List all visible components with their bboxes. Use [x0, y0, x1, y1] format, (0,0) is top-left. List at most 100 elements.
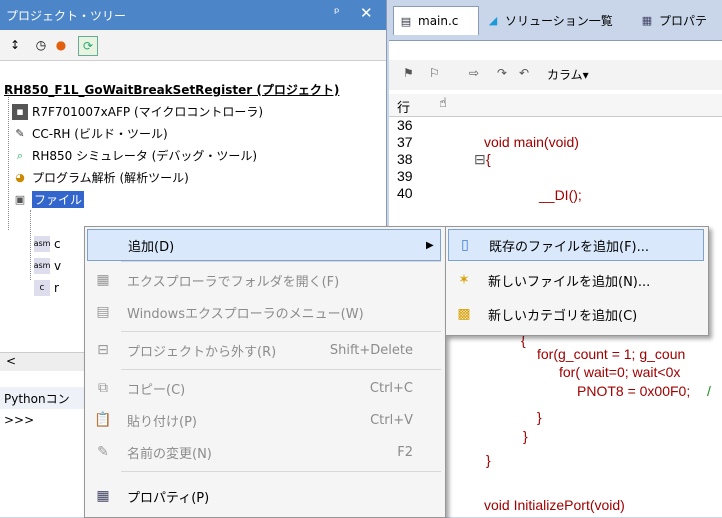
submenu-item-add-new-file[interactable]: ✶ 新しいファイルを追加(N)...	[448, 265, 704, 295]
tree-item-label: RH850 シミュレータ (デバッグ・ツール)	[32, 149, 258, 163]
tree-item-files[interactable]: ▣ ファイル	[12, 189, 85, 210]
explorer-icon: ▦	[96, 272, 110, 288]
menu-separator	[121, 331, 441, 332]
user-icon[interactable]: ●	[52, 36, 70, 54]
menu-item-paste[interactable]: 📋 貼り付け(P) Ctrl+V	[87, 405, 443, 435]
chip-icon: ▪	[12, 103, 28, 120]
tree-guide-line	[30, 210, 31, 280]
tree-item-analysis-tool[interactable]: ◕ プログラム解析 (解析ツール)	[12, 167, 189, 188]
submenu-arrow-icon: ▶	[426, 239, 434, 251]
code-fold-marker: ⊟	[474, 151, 486, 167]
sort-icon[interactable]: ↕	[6, 36, 24, 54]
menu-item-rename[interactable]: ✎ 名前の変更(N) F2	[87, 437, 443, 467]
menu-item-label: エクスプローラでフォルダを開く(F)	[127, 274, 340, 290]
menu-item-label: プロジェクトから外す(R)	[127, 344, 277, 360]
menu-item-label: 名前の変更(N)	[127, 446, 212, 462]
code-di-call: __DI();	[539, 187, 582, 203]
tab-main-c[interactable]: ▤ main.c	[393, 6, 479, 35]
menu-shortcut: F2	[397, 444, 413, 460]
bookmark-icon[interactable]: ⚑	[403, 66, 414, 80]
submenu-item-add-existing-file[interactable]: ▯ 既存のファイルを追加(F)...	[448, 229, 704, 261]
menu-separator	[121, 369, 441, 370]
add-submenu: ▯ 既存のファイルを追加(F)... ✶ 新しいファイルを追加(N)... ▩ …	[445, 226, 709, 336]
pin-icon[interactable]: ᵖ	[334, 6, 340, 21]
tree-file-label: r	[54, 280, 59, 295]
menu-item-label: コピー(C)	[127, 382, 186, 398]
tab-properties[interactable]: ▦ プロパテ	[635, 6, 722, 34]
submenu-item-add-new-category[interactable]: ▩ 新しいカテゴリを追加(C)	[448, 299, 704, 329]
tree-project-root[interactable]: RH850_F1L_GoWaitBreakSetRegister (プロジェクト…	[4, 79, 339, 100]
rename-icon: ✎	[97, 444, 109, 460]
arrow-right-icon[interactable]: ⇨	[469, 66, 479, 80]
refresh-icon[interactable]: ⟳	[78, 36, 98, 56]
code-for-inner: for( wait=0; wait<0x	[559, 364, 681, 380]
menu-item-add[interactable]: 追加(D) ▶	[87, 229, 441, 261]
close-icon[interactable]: ✕	[360, 4, 373, 22]
undo-icon[interactable]: ↶	[519, 66, 529, 80]
tree-guide-line	[8, 90, 9, 230]
tab-label: ソリューション一覧	[505, 13, 613, 28]
tab-solution-list[interactable]: ◢ ソリューション一覧	[481, 6, 631, 34]
editor-toolbar: ⚑ ⚐ ⇨ ↷ ↶ カラム▾	[389, 60, 722, 90]
analysis-icon: ◕	[15, 171, 25, 184]
new-category-icon: ▩	[457, 306, 471, 322]
properties-icon: ▦	[96, 488, 110, 504]
menu-item-open-folder[interactable]: ▦ エクスプローラでフォルダを開く(F)	[87, 265, 443, 295]
tree-file-child[interactable]: c r	[34, 277, 59, 298]
code-pnot: PNOT8 = 0x00F0;	[577, 383, 691, 399]
line-number: 38	[397, 151, 413, 167]
project-tree-title-bar: プロジェクト・ツリー ᵖ ✕	[0, 0, 386, 30]
python-prompt: >>>	[4, 413, 35, 427]
menu-item-properties[interactable]: ▦ プロパティ(P)	[87, 481, 443, 511]
code-brace: }	[486, 452, 491, 468]
tab-label: main.c	[418, 14, 459, 28]
submenu-item-label: 新しいカテゴリを追加(C)	[488, 308, 638, 324]
line-number: 40	[397, 185, 413, 201]
scroll-left-arrow[interactable]: <	[6, 354, 16, 368]
gutter-line-header: 行	[397, 101, 411, 116]
submenu-item-label: 既存のファイルを追加(F)...	[489, 239, 650, 255]
tab-label: プロパテ	[659, 13, 708, 28]
tree-item-label: CC-RH (ビルド・ツール)	[32, 127, 168, 141]
menu-item-label: 追加(D)	[128, 239, 175, 255]
properties-icon: ▦	[641, 13, 653, 27]
redo-icon[interactable]: ↷	[497, 66, 507, 80]
menu-shortcut: Shift+Delete	[329, 342, 413, 358]
menu-shortcut: Ctrl+V	[370, 412, 413, 428]
file-add-icon: ▯	[461, 237, 469, 253]
solution-icon: ◢	[488, 13, 498, 27]
menu-shortcut: Ctrl+C	[369, 380, 413, 396]
tree-file-child[interactable]: asm v	[34, 255, 61, 276]
pointer-icon: ☝	[439, 96, 447, 111]
bookmark-next-icon[interactable]: ⚐	[429, 66, 440, 80]
code-brace: }	[537, 409, 542, 425]
debug-tool-icon: ⌕	[16, 148, 24, 162]
code-brace: }	[523, 428, 528, 444]
window-icon: ▤	[96, 304, 110, 320]
code-comment: /	[707, 383, 711, 399]
tree-file-label: v	[54, 258, 62, 273]
asm-file-icon: asm	[34, 235, 50, 252]
menu-item-windows-explorer-menu[interactable]: ▤ Windowsエクスプローラのメニュー(W)	[87, 297, 443, 327]
tree-item-label: プログラム解析 (解析ツール)	[32, 171, 189, 185]
tree-item-microcontroller[interactable]: ▪ R7F701007xAFP (マイクロコントローラ)	[12, 101, 263, 122]
tree-file-child[interactable]: asm c	[34, 233, 61, 254]
tree-toolbar: ↕ ◷ ● ⟳	[0, 30, 386, 61]
menu-item-remove-from-project[interactable]: ⊟ プロジェクトから外す(R) Shift+Delete	[87, 335, 443, 365]
menu-item-label: Windowsエクスプローラのメニュー(W)	[127, 306, 364, 322]
code-init-signature: void InitializePort(void)	[484, 497, 625, 513]
column-menu[interactable]: カラム▾	[547, 66, 589, 83]
tree-item-label: R7F701007xAFP (マイクロコントローラ)	[32, 105, 264, 119]
tree-item-build-tool[interactable]: ✎ CC-RH (ビルド・ツール)	[12, 123, 168, 144]
submenu-item-label: 新しいファイルを追加(N)...	[488, 274, 651, 290]
code-brace: {	[486, 151, 491, 167]
gutter-header: 行 ☝	[389, 94, 722, 117]
python-console-title-text: Pythonコン	[4, 392, 70, 406]
line-number: 39	[397, 168, 413, 184]
c-file-icon: c	[34, 279, 50, 296]
menu-item-copy[interactable]: ⧉ コピー(C) Ctrl+C	[87, 373, 443, 403]
clock-icon[interactable]: ◷	[32, 36, 50, 54]
tree-file-label: c	[54, 236, 61, 251]
remove-icon: ⊟	[97, 342, 109, 358]
tree-item-debug-tool[interactable]: ⌕ RH850 シミュレータ (デバッグ・ツール)	[12, 145, 257, 166]
